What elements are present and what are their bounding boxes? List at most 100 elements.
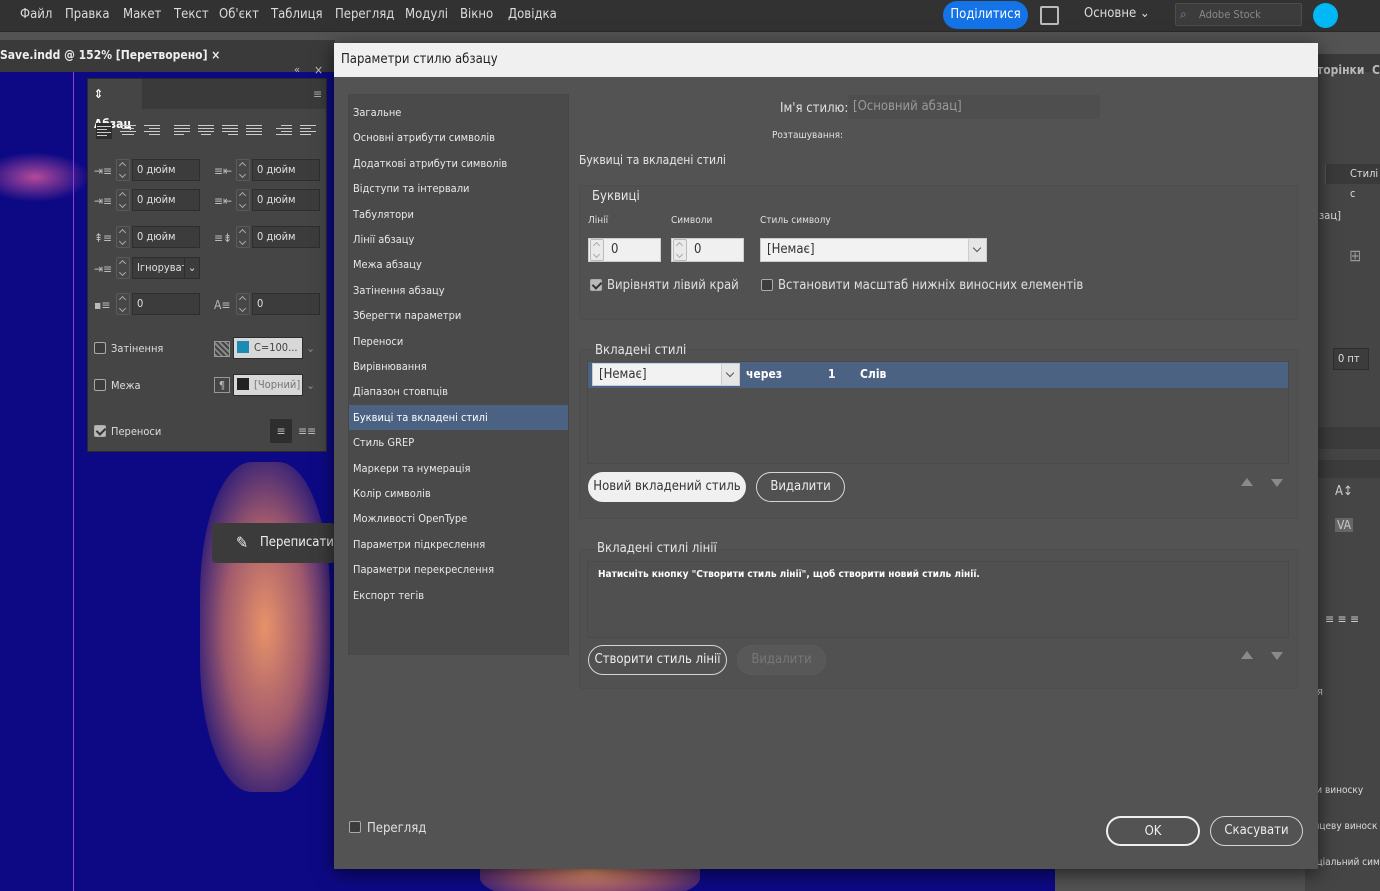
justify-center-icon[interactable] [198,123,214,139]
last-line-indent-field[interactable]: 0 дюйм [252,189,320,211]
publish-icon[interactable] [1040,6,1059,25]
grid-align-select[interactable]: Ігнорувати [132,257,194,279]
styles-tab[interactable]: Стилі с [1325,164,1380,200]
menu-file[interactable]: Файл [20,7,52,22]
chevron-down-icon[interactable]: ⌄ [184,257,200,279]
special-char-item[interactable]: еціальний сим [1311,857,1380,868]
nested-through[interactable]: через [746,367,782,381]
align-icon[interactable]: ≡ ≡ ≡ [1325,612,1359,626]
drop-chars-stepper[interactable] [673,239,687,261]
nested-style-row[interactable]: [Немає] через 1 Слів [588,362,1288,388]
document-tab[interactable]: Save.indd @ 152% [Перетворено] × [0,48,220,62]
grid-stepper[interactable] [116,257,130,279]
justify-right-icon[interactable] [222,123,238,139]
drop-chars-stepper[interactable] [236,293,250,315]
nav-item[interactable]: Маркери та нумерація [349,456,568,481]
insert-endnote-item[interactable]: інцеву виноск [1311,821,1377,832]
left-indent-stepper[interactable] [116,159,130,181]
share-button[interactable]: Поділитися [943,1,1028,29]
align-center-icon[interactable] [120,123,136,139]
preview-checkbox[interactable] [349,821,361,833]
hyphenation-checkbox[interactable] [94,425,106,437]
space-before-field[interactable]: 0 дюйм [132,226,200,248]
drop-chars-field[interactable]: 0 [252,293,320,315]
left-indent-field[interactable]: 0 дюйм [132,159,200,181]
nav-item[interactable]: Додаткові атрибути символів [349,151,568,176]
avatar[interactable] [1313,3,1338,28]
char-style-select[interactable]: [Немає] [760,238,987,262]
create-line-style-button[interactable]: Створити стиль лінії [588,645,727,675]
right-indent-stepper[interactable] [236,159,250,181]
close-icon[interactable]: × [211,48,220,62]
nav-item[interactable]: Вирівнювання [349,354,568,379]
nested-count[interactable]: 1 [828,367,836,381]
nav-item[interactable]: Межа абзацу [349,252,568,277]
first-line-indent-stepper[interactable] [116,189,130,211]
stock-search-input[interactable]: Adobe Stock [1175,3,1302,26]
nav-item[interactable]: Табулятори [349,202,568,227]
menu-window[interactable]: Вікно [460,7,493,22]
nav-item[interactable]: Основні атрибути символів [349,125,568,150]
nav-item[interactable]: Затінення абзацу [349,278,568,303]
align-left-checkbox[interactable] [590,279,602,291]
delete-nested-style-button[interactable]: Видалити [756,472,845,502]
menu-text[interactable]: Текст [174,7,209,22]
align-left-icon[interactable] [96,123,112,139]
justify-all-icon[interactable] [246,123,262,139]
panel-tab[interactable]: С [1372,63,1380,77]
nav-item[interactable]: Експорт тегів [349,583,568,608]
rewrite-button[interactable]: ✎ Переписати [212,523,335,563]
cancel-button[interactable]: Скасувати [1210,816,1303,846]
insert-footnote-item[interactable]: ти виноску [1311,785,1363,796]
menu-view[interactable]: Перегляд [335,7,394,22]
pages-tab[interactable]: торінки [1317,63,1364,77]
nested-unit[interactable]: Слів [860,367,886,381]
move-down-icon[interactable] [1271,479,1283,487]
shading-checkbox[interactable] [94,342,106,354]
nav-item[interactable]: Переноси [349,329,568,354]
panel-menu-icon[interactable]: ≡ [313,87,322,101]
ok-button[interactable]: OK [1106,816,1200,846]
align-right-icon[interactable] [144,123,160,139]
single-line-composer-icon[interactable]: ≡ [270,419,292,443]
paragraph-composer-icon[interactable]: ≡≡ [298,423,316,439]
justify-left-icon[interactable] [174,123,190,139]
panel-tab-paragraph[interactable]: ⇕ Абзац [88,79,142,131]
nav-item[interactable]: Буквиці та вкладені стилі [349,404,568,430]
menu-table[interactable]: Таблиця [271,7,323,22]
workspace-switcher[interactable]: Основне ⌄ [1084,6,1150,21]
chevron-down-icon[interactable]: ⌄ [306,341,315,355]
menu-layout[interactable]: Макет [123,7,161,22]
drop-chars-input[interactable]: 0 [671,238,744,262]
close-panel-icon[interactable]: × [314,63,323,77]
align-toward-spine-icon[interactable] [276,123,292,139]
drop-lines-stepper[interactable] [590,239,604,261]
nav-item[interactable]: Параметри перекреслення [349,557,568,582]
move-up-icon[interactable] [1241,478,1253,486]
space-before-stepper[interactable] [116,226,130,248]
new-nested-style-button[interactable]: Новий вкладений стиль [588,472,746,502]
drop-lines-stepper[interactable] [116,293,130,315]
last-line-indent-stepper[interactable] [236,189,250,211]
nav-item[interactable]: Лінії абзацу [349,227,568,252]
right-indent-field[interactable]: 0 дюйм [252,159,320,181]
align-away-spine-icon[interactable] [300,123,316,139]
menu-edit[interactable]: Правка [65,7,110,22]
nav-item[interactable]: Відступи та інтервали [349,176,568,201]
nav-item[interactable]: Зберегти параметри [349,303,568,328]
drop-lines-field[interactable]: 0 [132,293,200,315]
space-after-field[interactable]: 0 дюйм [252,226,320,248]
nav-item[interactable]: Загальне [349,100,568,125]
drop-lines-input[interactable]: 0 [588,238,661,262]
collapse-panel-icon[interactable]: « [294,63,300,76]
nav-item[interactable]: Стиль GREP [349,430,568,455]
border-checkbox[interactable] [94,379,106,391]
nav-item[interactable]: Параметри підкреслення [349,532,568,557]
pt-field[interactable]: 0 пт [1333,348,1369,370]
chevron-down-icon[interactable]: ⌄ [306,378,315,392]
first-line-indent-field[interactable]: 0 дюйм [132,189,200,211]
nav-item[interactable]: Діапазон стовпців [349,379,568,404]
menu-help[interactable]: Довідка [508,7,557,22]
nav-item[interactable]: Колір символів [349,481,568,506]
style-name-input[interactable]: [Основний абзац] [848,95,1100,119]
